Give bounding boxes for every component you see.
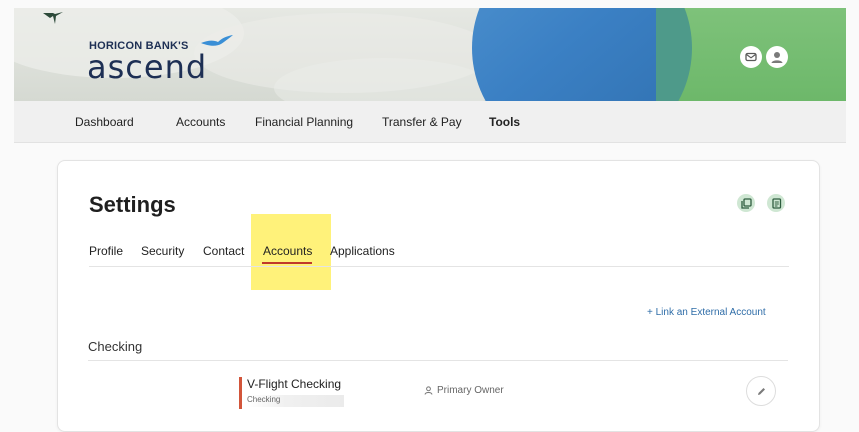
page-title: Settings <box>89 192 176 217</box>
tab-profile[interactable]: Profile <box>89 244 123 258</box>
link-external-account[interactable]: + Link an External Account <box>647 307 766 318</box>
account-owner: Primary Owner <box>424 385 504 396</box>
account-type: Checking <box>247 395 344 407</box>
copy-icon[interactable] <box>737 194 755 212</box>
nav-dashboard[interactable]: Dashboard <box>75 115 134 129</box>
nav-accounts[interactable]: Accounts <box>176 115 225 129</box>
owner-label: Primary Owner <box>437 385 504 396</box>
account-name[interactable]: V-Flight Checking <box>247 377 341 391</box>
settings-card: Settings Profile Security Contact Accoun… <box>57 160 820 432</box>
tab-security[interactable]: Security <box>141 244 184 258</box>
tab-contact[interactable]: Contact <box>203 244 244 258</box>
nav-transfer-pay[interactable]: Transfer & Pay <box>382 115 462 129</box>
edit-account-button[interactable] <box>746 376 776 406</box>
account-color-bar <box>239 377 242 409</box>
tab-divider <box>89 266 789 267</box>
section-checking-label: Checking <box>88 339 143 354</box>
brand-logo[interactable]: ascend <box>87 47 207 87</box>
active-tab-underline <box>262 262 312 264</box>
user-avatar-icon[interactable] <box>766 46 788 68</box>
document-icon[interactable] <box>767 194 785 212</box>
tab-accounts[interactable]: Accounts <box>263 244 312 258</box>
nav-financial-planning[interactable]: Financial Planning <box>255 115 353 129</box>
settings-tabs: Profile Security Contact Accounts Applic… <box>89 244 789 267</box>
mail-icon[interactable] <box>740 46 762 68</box>
section-divider <box>88 360 788 361</box>
tab-applications[interactable]: Applications <box>330 244 395 258</box>
main-nav: Dashboard Accounts Financial Planning Tr… <box>14 101 846 143</box>
pencil-icon <box>757 387 765 395</box>
nav-tools[interactable]: Tools <box>489 115 520 129</box>
bird-logo-icon <box>43 12 63 24</box>
person-icon <box>424 386 433 395</box>
header-banner: HORICON BANK'S ascend <box>14 8 846 101</box>
